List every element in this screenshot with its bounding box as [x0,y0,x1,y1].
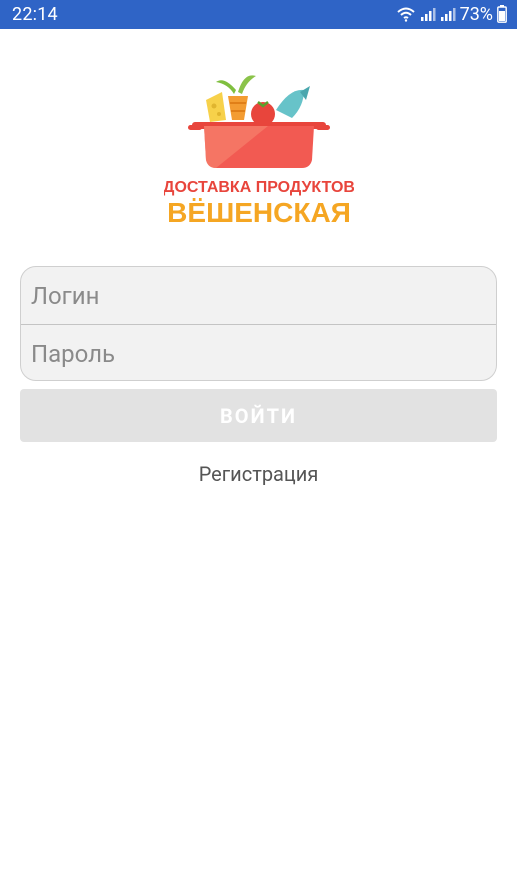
logo-text-line1: ДОСТАВКА ПРОДУКТОВ [164,179,354,196]
login-input[interactable] [21,267,496,324]
status-bar: 22:14 73% [0,0,517,29]
register-link[interactable]: Регистрация [0,462,517,486]
signal-icon [420,8,436,21]
login-form [20,266,497,381]
password-input[interactable] [21,325,496,380]
app-logo: ДОСТАВКА ПРОДУКТОВ ВЁШЕНСКАЯ [163,70,355,235]
signal-icon [440,8,456,21]
battery-percent: 73% [459,3,493,25]
logo-text-line2: ВЁШЕНСКАЯ [167,197,351,228]
battery-icon [497,5,507,23]
status-icons: 73% [396,3,507,25]
wifi-icon [396,7,415,22]
logo-graphic: ДОСТАВКА ПРОДУКТОВ ВЁШЕНСКАЯ [163,75,355,228]
login-button[interactable]: ВОЙТИ [20,389,497,442]
status-time: 22:14 [12,4,58,25]
